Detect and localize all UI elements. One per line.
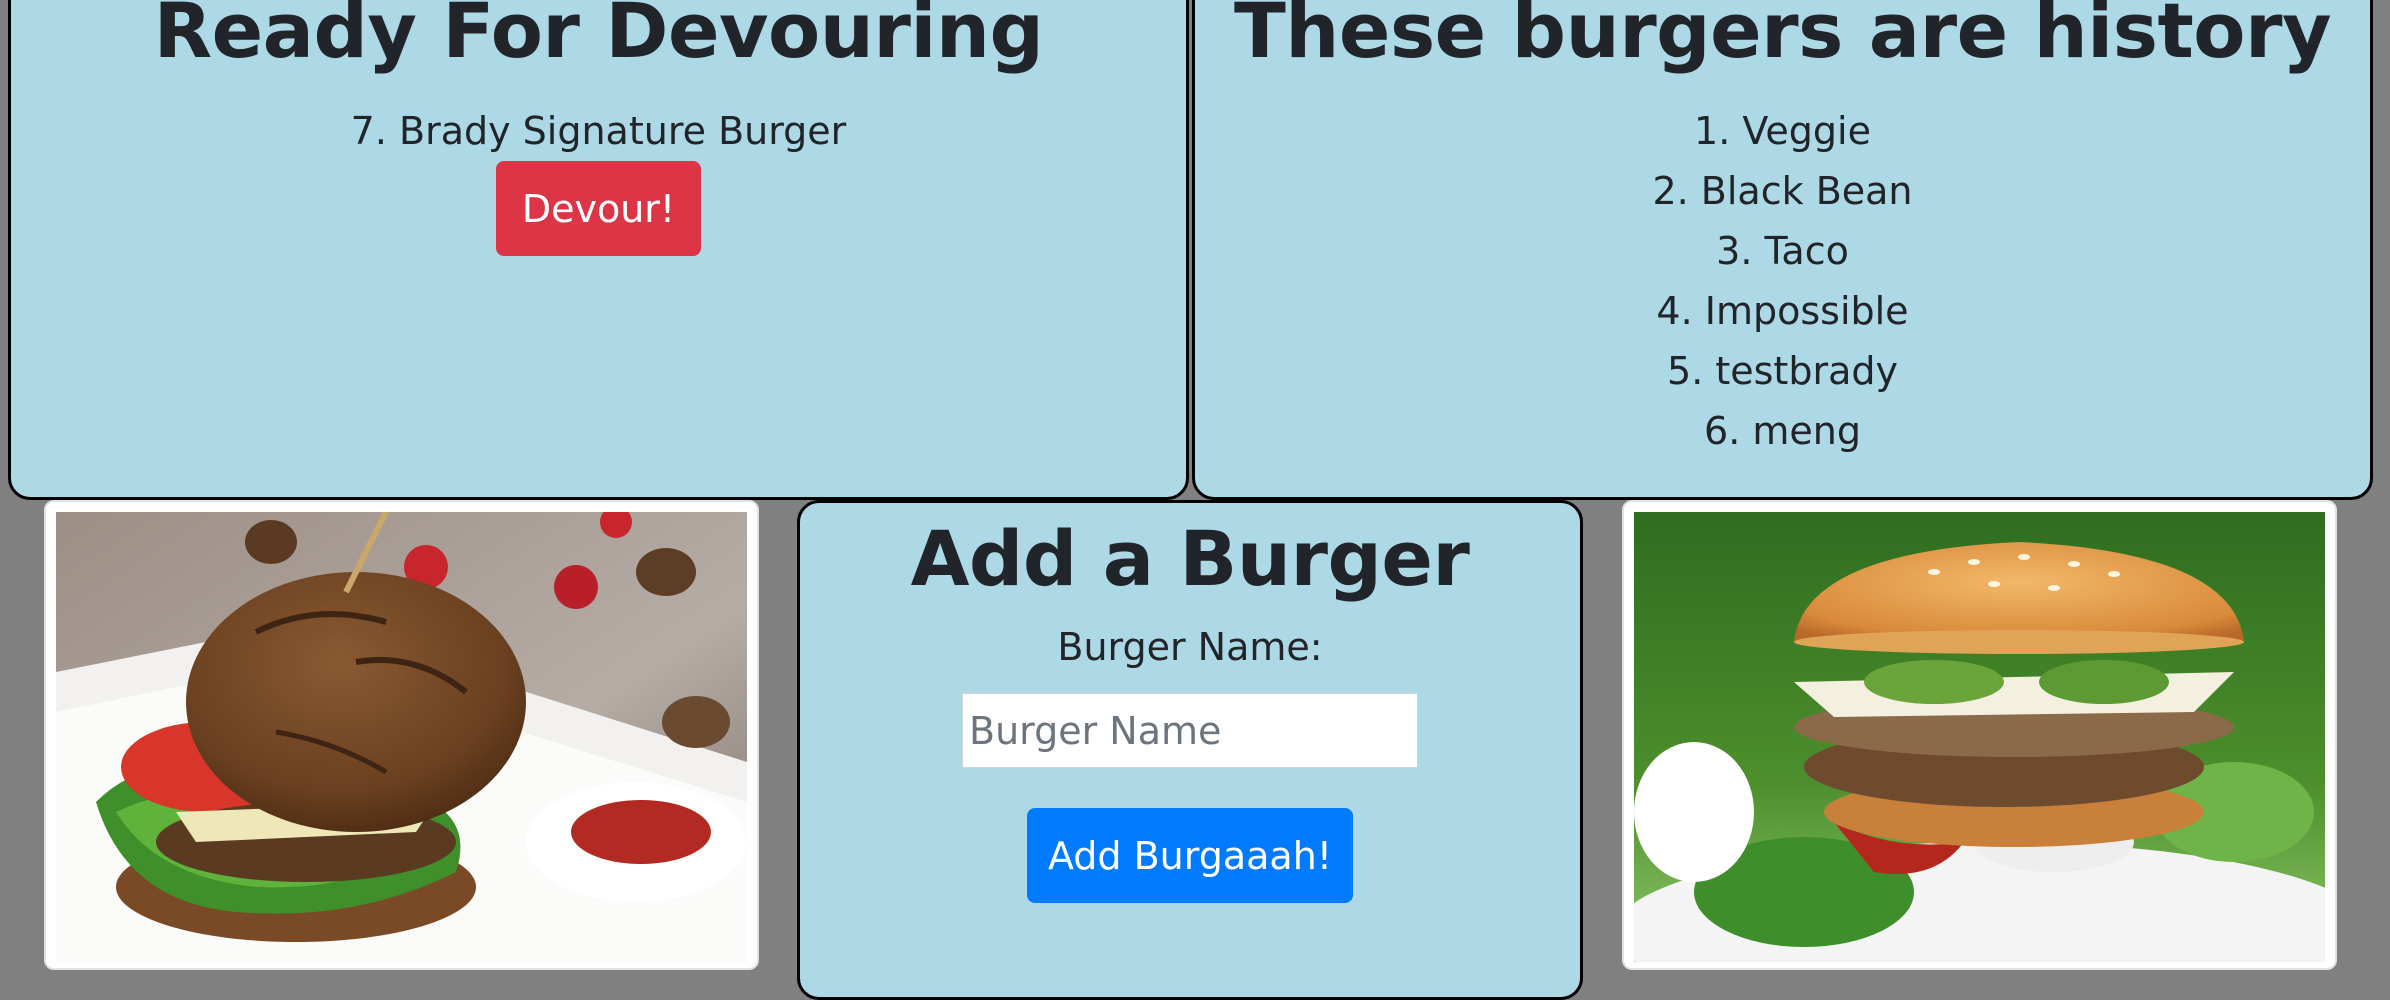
history-panel: These burgers are history 1. Veggie 2. B…: [1192, 0, 2373, 500]
add-burger-title: Add a Burger: [910, 514, 1470, 603]
history-list: 1. Veggie 2. Black Bean 3. Taco 4. Impos…: [1195, 101, 2370, 461]
burger-image-right: [1634, 512, 2325, 962]
burger-name-label: Burger Name:: [1057, 625, 1323, 669]
add-burger-form: Burger Name: Add Burgaaah!: [800, 625, 1580, 903]
ready-list: 7. Brady Signature Burger Devour!: [11, 101, 1186, 256]
add-burger-button[interactable]: Add Burgaaah!: [1027, 808, 1353, 903]
ready-title: Ready For Devouring: [153, 0, 1044, 75]
burger-photo-right: [1622, 500, 2337, 970]
burger-photo-left: [44, 500, 759, 970]
list-item: 4. Impossible: [1656, 289, 1909, 333]
burger-name: 7. Brady Signature Burger: [350, 109, 847, 153]
list-item: 1. Veggie: [1694, 109, 1871, 153]
burger-image-left: [56, 512, 747, 962]
list-item: 5. testbrady: [1667, 349, 1898, 393]
list-item: 3. Taco: [1716, 229, 1849, 273]
history-title: These burgers are history: [1233, 0, 2332, 75]
list-item: 2. Black Bean: [1652, 169, 1913, 213]
list-item: 7. Brady Signature Burger Devour!: [11, 101, 1186, 256]
burger-name-input[interactable]: [962, 693, 1418, 768]
devour-button[interactable]: Devour!: [496, 161, 701, 256]
list-item: 6. meng: [1704, 409, 1861, 453]
ready-panel: Ready For Devouring 7. Brady Signature B…: [8, 0, 1189, 500]
add-burger-panel: Add a Burger Burger Name: Add Burgaaah!: [797, 500, 1583, 1000]
